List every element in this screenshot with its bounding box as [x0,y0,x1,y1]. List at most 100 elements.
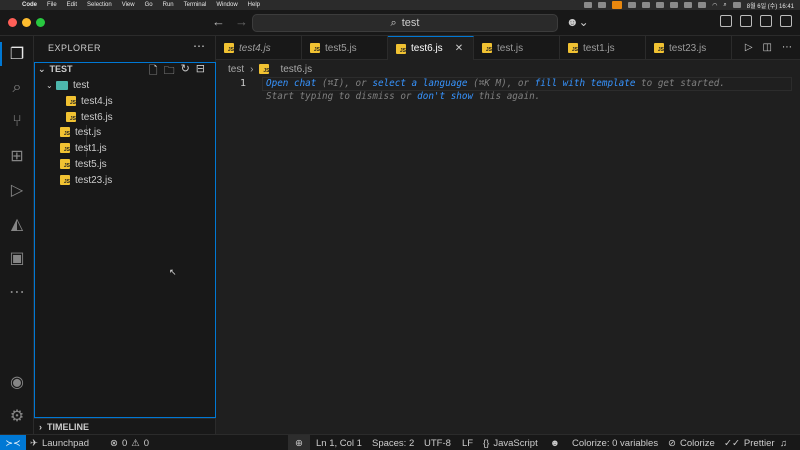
javascript-file-icon: JS [259,64,270,74]
menu-go[interactable]: Go [145,2,153,8]
empty-editor-hint-line1: Open chat (⌘I), or select a language (⌘K… [266,78,725,89]
menu-view[interactable]: View [122,2,135,8]
more-views-icon[interactable]: ⋯ [7,282,27,302]
tab-test[interactable]: JS test.js [474,36,560,60]
menu-clock[interactable]: 8월 6일 (수) 16:41 [747,1,794,10]
colorize-status[interactable]: ⊘ Colorize [668,435,715,450]
command-center-search[interactable]: ⌕ test [252,14,558,32]
menu-bar-tray: ◠ ⌕ 8월 6일 (수) 16:41 [584,0,794,10]
menu-terminal[interactable]: Terminal [184,2,207,8]
tray-app-icon[interactable] [656,2,665,8]
tray-app-icon[interactable] [684,2,693,8]
breadcrumb-folder[interactable]: test [228,64,244,75]
error-count: 0 [121,437,128,449]
close-window-button[interactable] [8,18,17,27]
prettier-status[interactable]: ✓✓ Prettier [724,435,775,450]
menu-help[interactable]: Help [248,2,260,8]
navigation-arrows: ← → [212,14,248,29]
tree-item-label: test.js [75,126,102,138]
source-control-icon[interactable]: ⑂ [7,112,27,132]
indentation-status[interactable]: Spaces: 2 [372,435,414,450]
account-icon[interactable]: ◉ [7,372,27,392]
tray-app-icon[interactable] [598,2,607,8]
timeline-section-header[interactable]: › TIMELINE [34,418,216,434]
remote-indicator-icon[interactable]: ≻≺ [0,435,26,450]
toggle-panel-icon[interactable] [760,15,772,27]
close-tab-icon[interactable]: ✕ [455,43,463,54]
warning-icon: ⚠ [131,437,140,449]
tree-file-test23[interactable]: JS test23.js [34,172,214,188]
menu-file[interactable]: File [47,2,57,8]
menu-app-name[interactable]: Code [22,2,37,8]
tab-test6[interactable]: JS test6.js ✕ [388,36,474,60]
copilot-icon[interactable]: ☻⌄ [566,15,589,29]
cursor-position[interactable]: Ln 1, Col 1 [316,435,362,450]
wifi-icon[interactable]: ◠ [712,2,717,9]
zoom-icon[interactable]: ⊕ [288,435,310,450]
tree-file-test6[interactable]: JS test6.js [34,109,214,125]
dont-show-link[interactable]: don't show [417,91,473,102]
forward-arrow-icon[interactable]: → [235,14,248,29]
double-check-icon: ✓✓ [724,437,740,449]
tree-file-test[interactable]: JS test.js [34,124,214,140]
encoding-status[interactable]: UTF-8 [424,435,451,450]
more-actions-icon[interactable]: ⋯ [193,39,205,53]
folder-header[interactable]: ⌄ TEST [38,64,73,75]
prism-extension-icon[interactable]: ◭ [7,214,27,234]
javascript-file-icon: JS [60,159,70,169]
menu-selection[interactable]: Selection [87,2,112,8]
minimize-window-button[interactable] [22,18,31,27]
tree-folder-test[interactable]: ⌄ test [34,77,214,93]
open-chat-link[interactable]: Open chat [266,78,316,89]
tray-highlight-icon[interactable] [612,1,623,9]
hint-text: this again. [473,91,541,102]
colorize-variables-status[interactable]: Colorize: 0 variables [572,435,658,450]
tray-app-icon[interactable] [670,2,679,8]
package-icon[interactable]: ▣ [7,248,27,268]
tree-item-label: test [73,79,90,91]
tab-test4[interactable]: JS test4.js [216,36,302,60]
toggle-secondary-sidebar-icon[interactable] [780,15,792,27]
fill-template-link[interactable]: fill with template [535,78,636,89]
control-center-icon[interactable] [732,2,741,8]
run-file-icon[interactable]: ▷ [745,42,753,53]
run-debug-icon[interactable]: ▷ [7,180,27,200]
tab-test5[interactable]: JS test5.js [302,36,388,60]
eol-status[interactable]: LF [462,435,473,450]
javascript-file-icon: JS [310,43,320,53]
tray-app-icon[interactable] [584,2,593,8]
breadcrumb-file[interactable]: test6.js [280,64,312,75]
explorer-icon[interactable]: ❐ [0,42,27,66]
tab-test1[interactable]: JS test1.js [560,36,646,60]
tree-file-test1[interactable]: JS test1.js [34,140,214,156]
tab-test23[interactable]: JS test23.js [646,36,732,60]
notifications-bell-icon[interactable]: ♫ [780,435,787,450]
tree-file-test4[interactable]: JS test4.js [34,93,214,109]
zoom-window-button[interactable] [36,18,45,27]
command-center-text: test [401,17,420,29]
code-editor[interactable]: 1 Open chat (⌘I), or select a language (… [216,77,800,434]
menu-window[interactable]: Window [216,2,237,8]
tree-file-test5[interactable]: JS test5.js [34,156,214,172]
problems-status[interactable]: ⊗ 0 ⚠ 0 [110,435,149,450]
copilot-status-icon[interactable]: ☻ [550,435,560,450]
tray-app-icon[interactable] [628,2,637,8]
split-editor-icon[interactable]: ◫ [763,42,772,53]
extensions-icon[interactable]: ⊞ [7,146,27,166]
menu-run[interactable]: Run [163,2,174,8]
select-language-link[interactable]: select a language [372,78,467,89]
editor-actions: ▷ ◫ ⋯ [745,42,792,53]
toggle-primary-sidebar-icon[interactable] [740,15,752,27]
battery-icon[interactable] [698,2,707,8]
spotlight-icon[interactable]: ⌕ [723,2,726,9]
search-icon[interactable]: ⌕ [7,78,27,98]
launchpad-status[interactable]: ✈ Launchpad [30,435,89,450]
more-actions-icon[interactable]: ⋯ [782,42,792,53]
tray-app-icon[interactable] [642,2,651,8]
settings-gear-icon[interactable]: ⚙ [7,406,27,426]
menu-edit[interactable]: Edit [67,2,77,8]
customize-layout-icon[interactable] [720,15,732,27]
back-arrow-icon[interactable]: ← [212,14,225,29]
javascript-file-icon: JS [66,96,76,106]
language-mode[interactable]: {} JavaScript [483,435,538,450]
